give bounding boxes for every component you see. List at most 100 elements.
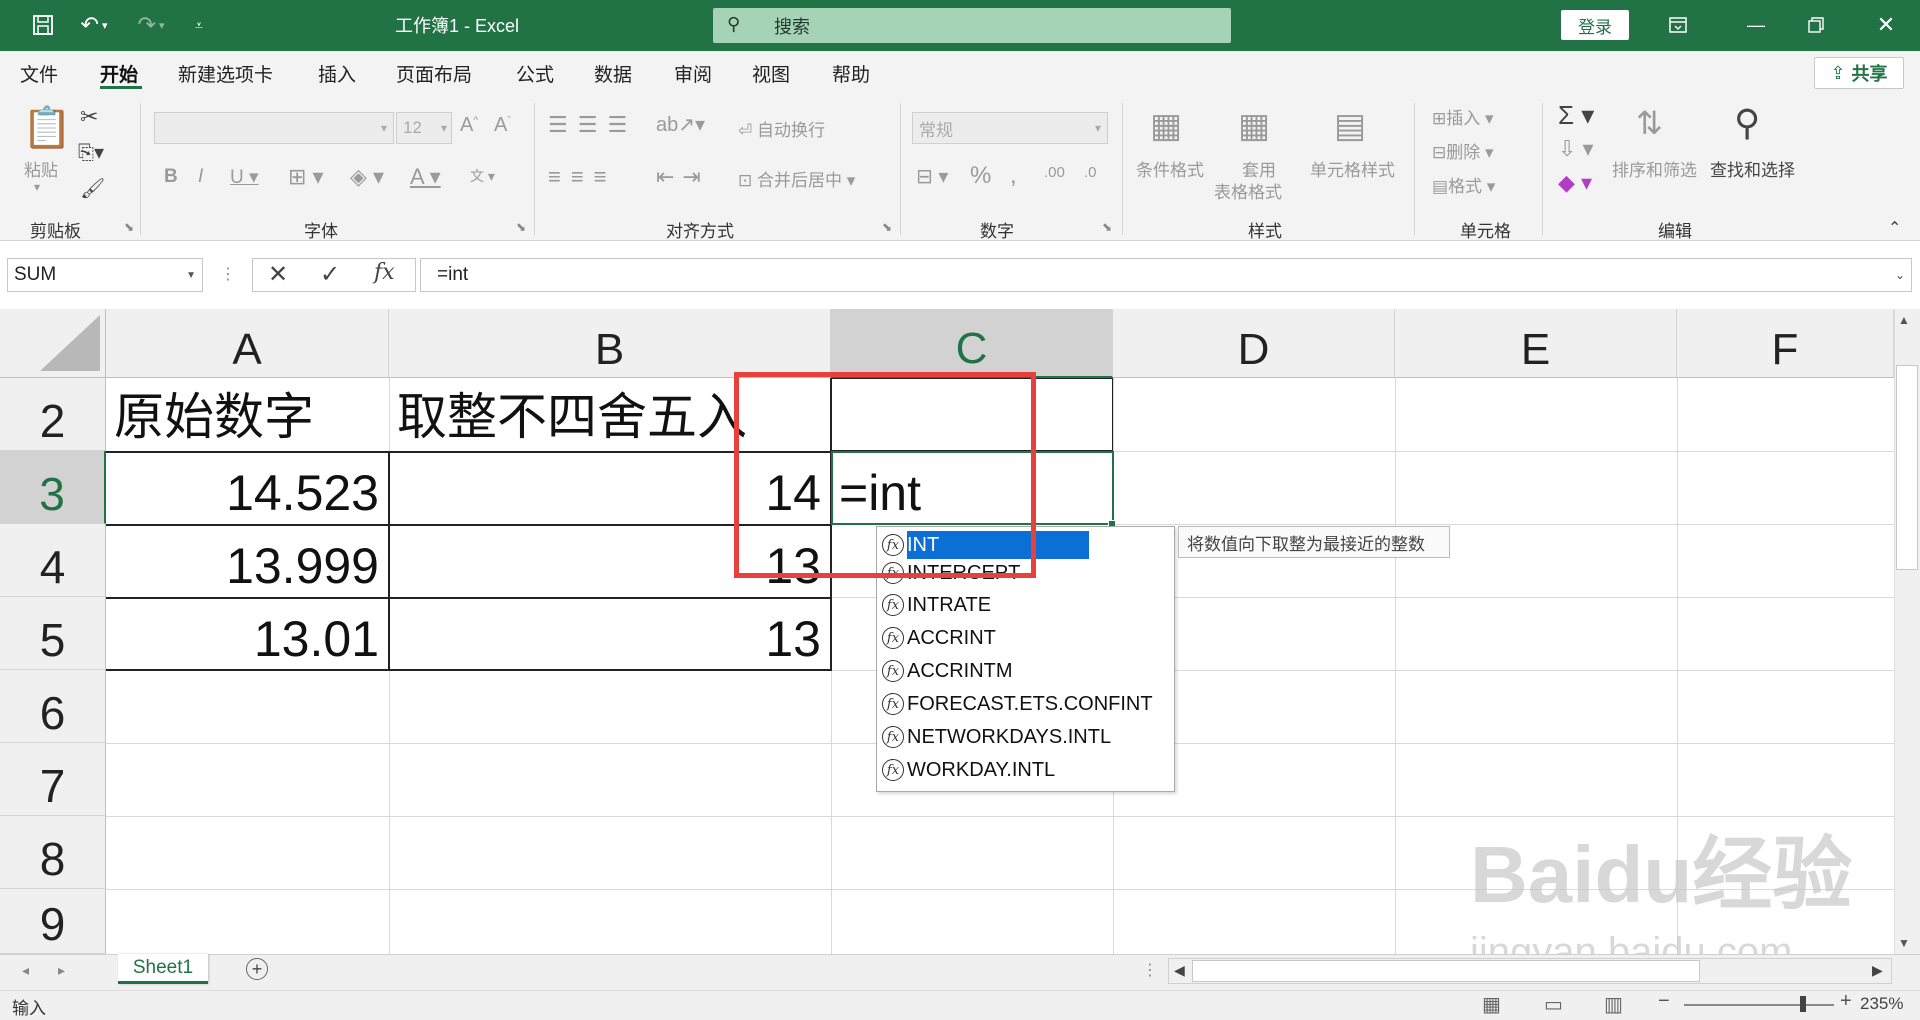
column-header-f[interactable]: F bbox=[1677, 309, 1894, 378]
font-name-combo[interactable]: ▾ bbox=[154, 112, 394, 144]
redo-icon[interactable]: ↷ ▾ bbox=[128, 10, 174, 40]
cell-styles-label[interactable]: 单元格样式 bbox=[1310, 156, 1395, 181]
insert-cells-button[interactable]: ⊞插入 ▾ bbox=[1432, 104, 1494, 129]
search-box[interactable]: ⚲ 搜索 bbox=[713, 8, 1231, 43]
font-launcher-icon[interactable]: ⬊ bbox=[516, 220, 526, 234]
format-cells-button[interactable]: ▤格式 ▾ bbox=[1432, 172, 1495, 197]
tab-review[interactable]: 审阅 bbox=[674, 60, 712, 87]
row-header-3[interactable]: 3 bbox=[0, 451, 106, 524]
row-header-8[interactable]: 8 bbox=[0, 816, 106, 889]
merge-center-button[interactable]: ⊡ 合并后居中 ▾ bbox=[738, 166, 855, 191]
split-handle-icon[interactable]: ⋮ bbox=[1142, 960, 1158, 980]
share-button[interactable]: ⇪ 共享 bbox=[1814, 57, 1904, 89]
sort-filter-label[interactable]: 排序和筛选 bbox=[1612, 156, 1697, 181]
underline-icon[interactable]: U ▾ bbox=[230, 166, 259, 189]
conditional-format-label[interactable]: 条件格式 bbox=[1136, 156, 1204, 181]
close-icon[interactable]: ✕ bbox=[1866, 10, 1906, 40]
tab-page-layout[interactable]: 页面布局 bbox=[396, 60, 472, 87]
tab-file[interactable]: 文件 bbox=[20, 60, 58, 87]
enter-icon[interactable]: ✓ bbox=[320, 260, 340, 289]
column-header-e[interactable]: E bbox=[1395, 309, 1677, 378]
delete-cells-button[interactable]: ⊟删除 ▾ bbox=[1432, 138, 1494, 163]
row-header-5[interactable]: 5 bbox=[0, 597, 106, 670]
row-header-9[interactable]: 9 bbox=[0, 889, 106, 954]
autosum-icon[interactable]: Σ ▾ bbox=[1558, 100, 1594, 131]
decrease-font-icon[interactable]: Aˇ bbox=[494, 114, 511, 137]
row-header-4[interactable]: 4 bbox=[0, 524, 106, 597]
alignment-launcher-icon[interactable]: ⬊ bbox=[882, 220, 892, 234]
horizontal-align-icons[interactable]: ≡≡≡ bbox=[548, 164, 617, 190]
tab-formulas[interactable]: 公式 bbox=[516, 60, 554, 87]
column-header-a[interactable]: A bbox=[106, 309, 389, 378]
prev-sheet-icon[interactable]: ◂ bbox=[22, 962, 29, 979]
chevron-down-icon[interactable]: ▼ bbox=[186, 270, 196, 281]
paste-label[interactable]: 粘贴 bbox=[24, 156, 58, 181]
customize-quick-access-icon[interactable]: ⩡ bbox=[186, 10, 212, 40]
expand-formula-bar-icon[interactable]: ⌄ bbox=[1895, 268, 1905, 282]
column-header-b[interactable]: B bbox=[389, 309, 831, 378]
cell-styles-icon[interactable]: ▤ bbox=[1334, 106, 1366, 146]
tab-home[interactable]: 开始 bbox=[100, 60, 138, 87]
number-format-combo[interactable]: 常规 ▾ bbox=[912, 112, 1108, 144]
format-as-table-icon[interactable]: ▦ bbox=[1238, 106, 1270, 146]
tab-view[interactable]: 视图 bbox=[752, 60, 790, 87]
horizontal-scroll-thumb[interactable] bbox=[1192, 960, 1700, 982]
scroll-up-icon[interactable]: ▲ bbox=[1898, 313, 1910, 327]
minimize-icon[interactable]: — bbox=[1736, 10, 1776, 40]
bold-icon[interactable]: B bbox=[164, 166, 178, 188]
font-size-combo[interactable]: 12 ▾ bbox=[396, 112, 452, 144]
wrap-text-button[interactable]: ⏎ 自动换行 bbox=[738, 116, 825, 141]
normal-view-icon[interactable]: ▦ bbox=[1482, 992, 1501, 1017]
accounting-format-icon[interactable]: ⊟ ▾ bbox=[916, 164, 948, 189]
scroll-down-icon[interactable]: ▼ bbox=[1898, 936, 1910, 950]
sheet-tab-sheet1[interactable]: Sheet1 bbox=[118, 954, 208, 984]
increase-decimal-icon[interactable]: .00 bbox=[1044, 164, 1065, 181]
scroll-left-icon[interactable]: ◀ bbox=[1174, 962, 1185, 979]
login-button[interactable]: 登录 bbox=[1561, 10, 1629, 40]
vertical-scroll-thumb[interactable] bbox=[1896, 365, 1918, 570]
italic-icon[interactable]: I bbox=[198, 166, 203, 188]
page-break-view-icon[interactable]: ▥ bbox=[1604, 992, 1623, 1017]
format-painter-icon[interactable]: 🖌 bbox=[80, 176, 105, 201]
comma-style-icon[interactable]: , bbox=[1010, 162, 1017, 190]
borders-icon[interactable]: ⊞ ▾ bbox=[288, 164, 324, 190]
decrease-decimal-icon[interactable]: .0 bbox=[1084, 164, 1097, 181]
clear-icon[interactable]: ◆ ▾ bbox=[1558, 170, 1592, 196]
autocomplete-item[interactable]: fx NETWORKDAYS.INTL bbox=[879, 721, 1172, 753]
zoom-in-icon[interactable]: + bbox=[1840, 990, 1852, 1013]
cell-a2[interactable]: 原始数字 bbox=[106, 378, 389, 451]
autocomplete-item[interactable]: fx ACCRINT bbox=[879, 622, 1172, 654]
fill-icon[interactable]: ⇩ ▾ bbox=[1558, 136, 1594, 162]
formula-input[interactable]: =int ⌄ bbox=[420, 258, 1912, 292]
ribbon-display-options-icon[interactable] bbox=[1658, 10, 1698, 40]
tab-help[interactable]: 帮助 bbox=[832, 60, 870, 87]
number-launcher-icon[interactable]: ⬊ bbox=[1102, 220, 1112, 234]
vertical-align-icons[interactable]: ☰☰☰ bbox=[548, 112, 637, 138]
cell-a3[interactable]: 14.523 bbox=[106, 451, 389, 524]
percent-icon[interactable]: % bbox=[970, 162, 991, 190]
cell-a4[interactable]: 13.999 bbox=[106, 524, 389, 597]
add-sheet-icon[interactable]: + bbox=[246, 958, 268, 980]
autocomplete-item[interactable]: fx ACCRINTM bbox=[879, 655, 1172, 687]
indent-icons[interactable]: ⇤⇥ bbox=[656, 164, 709, 190]
restore-icon[interactable] bbox=[1796, 10, 1836, 40]
cancel-icon[interactable]: ✕ bbox=[268, 260, 288, 289]
select-all-button[interactable] bbox=[0, 309, 106, 378]
page-layout-view-icon[interactable]: ▭ bbox=[1544, 992, 1563, 1017]
tab-new-tab[interactable]: 新建选项卡 bbox=[178, 60, 273, 87]
format-as-table-label-2[interactable]: 表格格式 bbox=[1214, 178, 1282, 203]
row-header-2[interactable]: 2 bbox=[0, 378, 106, 451]
cut-icon[interactable]: ✂ bbox=[80, 104, 98, 130]
cell-b5[interactable]: 13 bbox=[389, 597, 831, 670]
cell-a5[interactable]: 13.01 bbox=[106, 597, 389, 670]
save-icon[interactable] bbox=[26, 10, 60, 40]
autocomplete-item[interactable]: fx FORECAST.ETS.CONFINT bbox=[879, 688, 1172, 720]
zoom-level[interactable]: 235% bbox=[1860, 994, 1903, 1014]
name-box[interactable]: SUM ▼ bbox=[7, 258, 203, 292]
paste-dropdown-icon[interactable]: ▾ bbox=[34, 180, 40, 194]
sort-filter-icon[interactable]: ⇅ bbox=[1636, 104, 1663, 142]
row-header-6[interactable]: 6 bbox=[0, 670, 106, 743]
row-header-7[interactable]: 7 bbox=[0, 743, 106, 816]
increase-font-icon[interactable]: A^ bbox=[460, 114, 478, 137]
conditional-format-icon[interactable]: ▦ bbox=[1150, 106, 1182, 146]
